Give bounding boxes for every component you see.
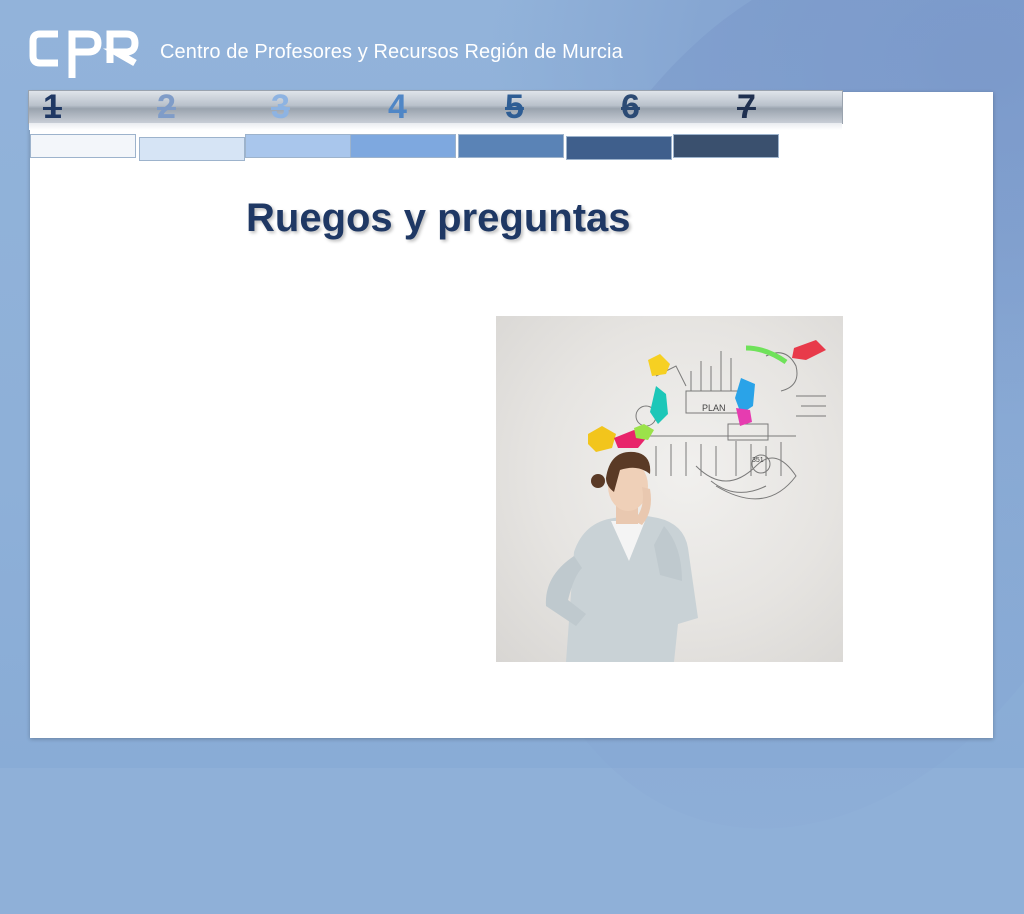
progress-block-6: [566, 136, 672, 160]
svg-text:PLAN: PLAN: [702, 403, 726, 413]
step-5[interactable]: 5: [505, 87, 524, 127]
header: Centro de Profesores y Recursos Región d…: [28, 26, 623, 78]
illustration: PLAN 351: [545, 340, 826, 662]
progress-bar: 1 2 3 4 5 6 7: [28, 87, 843, 130]
progress-block-3: [245, 134, 351, 158]
svg-text:351: 351: [752, 457, 764, 464]
progress-block-2: [139, 137, 245, 161]
progress-block-5: [458, 134, 564, 158]
step-2[interactable]: 2: [157, 87, 176, 127]
progress-block-1: [30, 134, 136, 158]
step-1[interactable]: 1: [43, 87, 62, 127]
step-7[interactable]: 7: [737, 87, 756, 127]
step-6[interactable]: 6: [621, 87, 640, 127]
progress-block-4: [350, 134, 456, 158]
step-3[interactable]: 3: [271, 87, 290, 127]
woman-figure: [545, 451, 698, 662]
slide-title: Ruegos y preguntas: [246, 196, 631, 240]
progress-block-7: [673, 134, 779, 158]
thinking-woman-image: PLAN 351: [496, 316, 843, 662]
org-name: Centro de Profesores y Recursos Región d…: [160, 40, 623, 63]
step-4[interactable]: 4: [388, 87, 407, 127]
cpr-logo: [29, 30, 139, 78]
